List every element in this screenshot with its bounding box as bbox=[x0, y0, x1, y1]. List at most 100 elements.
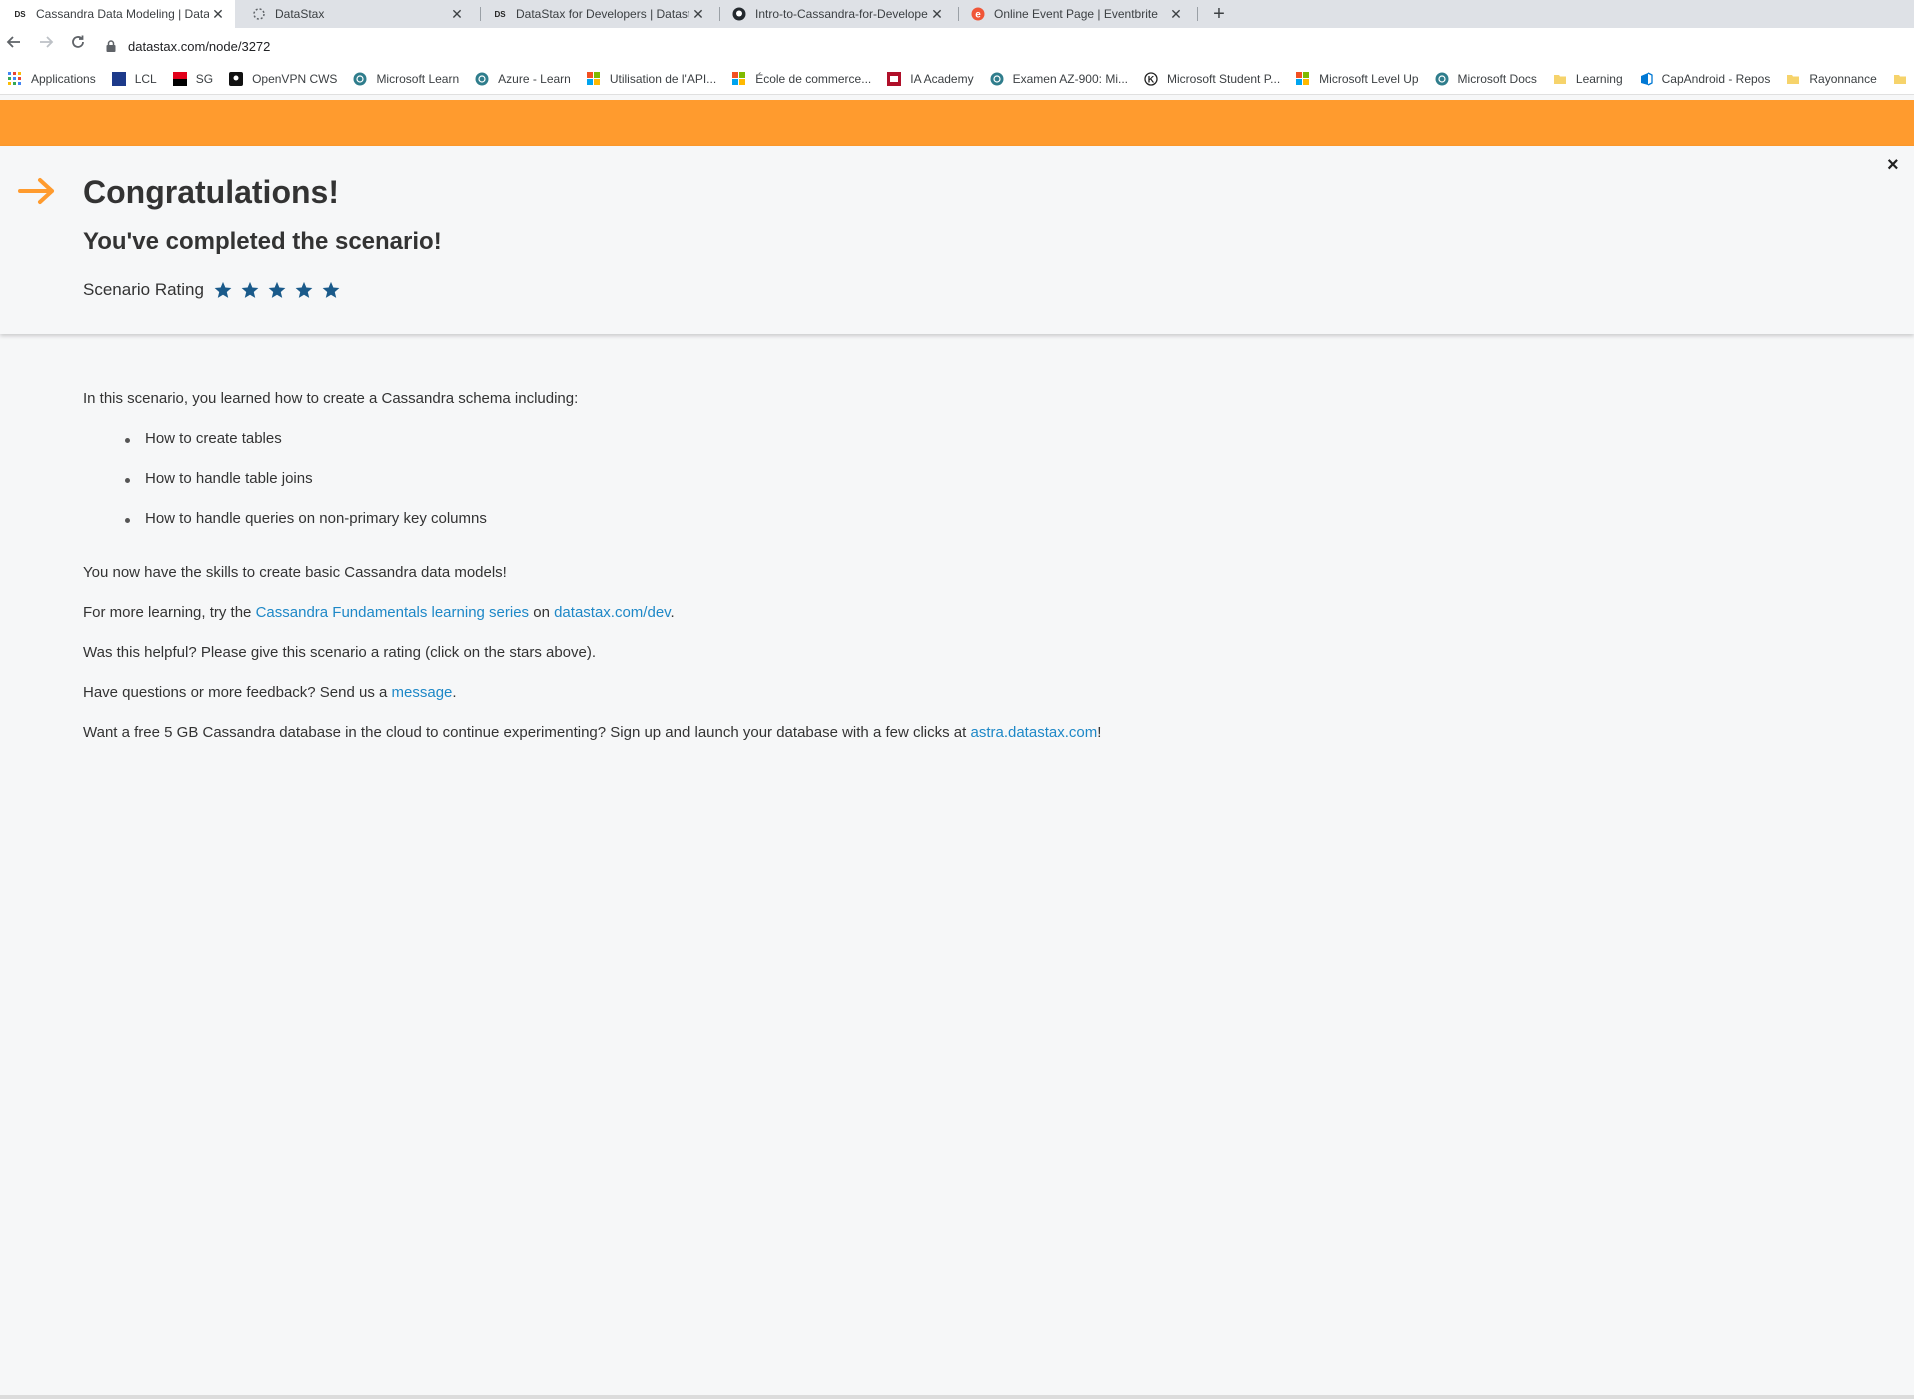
close-tab-icon[interactable]: ✕ bbox=[448, 6, 466, 23]
completion-banner: Congratulations! You've completed the sc… bbox=[0, 146, 1914, 334]
bookmark-openvpn[interactable]: OpenVPN CWS bbox=[229, 72, 337, 86]
star-icon[interactable] bbox=[268, 281, 286, 299]
close-icon[interactable]: × bbox=[1887, 154, 1899, 177]
svg-text:e: e bbox=[975, 10, 981, 21]
bookmark-label: Examen AZ-900: Mi... bbox=[1012, 72, 1128, 86]
message-link[interactable]: message bbox=[392, 684, 453, 701]
questions-text: Have questions or more feedback? Send us… bbox=[83, 684, 457, 701]
intro-text: In this scenario, you learned how to cre… bbox=[83, 390, 579, 407]
tab-eventbrite[interactable]: e Online Event Page | Eventbrite ✕ bbox=[958, 0, 1193, 28]
tab-separator bbox=[1197, 7, 1198, 21]
tab-strip: DS Cassandra Data Modeling | Datas ✕ Dat… bbox=[0, 0, 1914, 28]
datastax-ds-icon: DS bbox=[494, 9, 506, 19]
new-tab-button[interactable]: + bbox=[1207, 2, 1231, 26]
bookmark-label: OpenVPN CWS bbox=[252, 72, 338, 86]
bookmark-microsoft-learn[interactable]: Microsoft Learn bbox=[353, 72, 459, 86]
close-tab-icon[interactable]: ✕ bbox=[209, 6, 227, 23]
bookmark-folder-rayonnance[interactable]: Rayonnance bbox=[1786, 72, 1877, 86]
ms-learn-icon bbox=[475, 72, 489, 86]
eventbrite-icon: e bbox=[970, 6, 986, 22]
lcl-icon bbox=[111, 72, 126, 86]
page-subtitle: You've completed the scenario! bbox=[83, 228, 442, 255]
azure-devops-icon bbox=[1640, 72, 1653, 86]
address-bar[interactable]: datastax.com/node/3272 bbox=[104, 33, 1904, 59]
bookmark-label: Azure - Learn bbox=[498, 72, 571, 86]
tab-title: Intro-to-Cassandra-for-Develope bbox=[755, 7, 928, 21]
star-icon[interactable] bbox=[241, 281, 259, 299]
tab-datastax-developers[interactable]: DS DataStax for Developers | Datast ✕ bbox=[480, 0, 715, 28]
datastax-logo-icon bbox=[251, 6, 267, 22]
bookmark-microsoft-student[interactable]: K Microsoft Student P... bbox=[1144, 72, 1280, 86]
bookmark-sg[interactable]: SG bbox=[172, 72, 214, 86]
forward-arrow-icon[interactable] bbox=[34, 34, 58, 58]
star-icon[interactable] bbox=[295, 281, 313, 299]
bookmark-applications[interactable]: Applications bbox=[8, 72, 96, 86]
bookmark-label: Microsoft Learn bbox=[376, 72, 460, 86]
tab-intro-to-cassandra[interactable]: Intro-to-Cassandra-for-Develope ✕ bbox=[719, 0, 954, 28]
bookmark-utilisation-api[interactable]: Utilisation de l'API... bbox=[586, 72, 717, 86]
bookmark-microsoft-level-up[interactable]: Microsoft Level Up bbox=[1296, 72, 1419, 86]
back-arrow-icon[interactable] bbox=[2, 34, 26, 58]
bookmark-folder-learning[interactable]: Learning bbox=[1553, 72, 1623, 86]
rating-stars bbox=[214, 281, 349, 299]
bookmark-label: Microsoft Student P... bbox=[1167, 72, 1281, 86]
lock-icon[interactable] bbox=[104, 39, 118, 53]
bookmark-label: Applications bbox=[31, 72, 96, 86]
tab-title: Cassandra Data Modeling | Datas bbox=[36, 7, 209, 21]
apps-grid-icon bbox=[8, 72, 21, 85]
close-tab-icon[interactable]: ✕ bbox=[1167, 6, 1185, 23]
datastax-dev-link[interactable]: datastax.com/dev bbox=[554, 604, 670, 621]
bookmark-examen-az900[interactable]: Examen AZ-900: Mi... bbox=[990, 72, 1128, 86]
close-tab-icon[interactable]: ✕ bbox=[689, 6, 707, 23]
tab-title: DataStax for Developers | Datast bbox=[516, 7, 689, 21]
bookmark-ecole-commerce[interactable]: École de commerce... bbox=[732, 72, 871, 86]
bookmark-capandroid[interactable]: CapAndroid - Repos bbox=[1639, 72, 1771, 86]
bookmarks-bar: Applications LCL SG OpenVPN CWS Microsof… bbox=[0, 64, 1914, 95]
microsoft-icon bbox=[586, 72, 600, 85]
bookmark-overflow-folder[interactable] bbox=[1893, 72, 1914, 86]
helpful-text: Was this helpful? Please give this scena… bbox=[83, 644, 597, 661]
browser-toolbar: datastax.com/node/3272 bbox=[0, 28, 1914, 64]
close-tab-icon[interactable]: ✕ bbox=[928, 6, 946, 23]
scenario-rating: Scenario Rating bbox=[83, 280, 349, 300]
questions-prefix: Have questions or more feedback? Send us… bbox=[83, 684, 392, 701]
ms-learn-icon bbox=[1435, 72, 1449, 86]
cassandra-fundamentals-link[interactable]: Cassandra Fundamentals learning series bbox=[256, 604, 529, 621]
bookmark-label: Microsoft Level Up bbox=[1319, 72, 1419, 86]
skills-text: You now have the skills to create basic … bbox=[83, 564, 507, 581]
tab-cassandra-data-modeling[interactable]: DS Cassandra Data Modeling | Datas ✕ bbox=[0, 0, 235, 28]
astra-text: Want a free 5 GB Cassandra database in t… bbox=[83, 724, 1101, 741]
astra-prefix: Want a free 5 GB Cassandra database in t… bbox=[83, 724, 971, 741]
tab-title: DataStax bbox=[275, 7, 325, 21]
list-item: How to handle queries on non-primary key… bbox=[125, 510, 487, 527]
folder-icon bbox=[1787, 75, 1800, 84]
openvpn-icon bbox=[229, 72, 244, 86]
list-item: How to handle table joins bbox=[125, 470, 313, 487]
folder-icon bbox=[1893, 75, 1906, 84]
star-icon[interactable] bbox=[214, 281, 232, 299]
reload-icon[interactable] bbox=[66, 34, 90, 58]
learning-text: For more learning, try the Cassandra Fun… bbox=[83, 604, 675, 621]
star-icon[interactable] bbox=[322, 281, 340, 299]
list-item: How to create tables bbox=[125, 430, 282, 447]
github-icon bbox=[731, 6, 747, 22]
bookmark-label: Rayonnance bbox=[1809, 72, 1877, 86]
ms-learn-icon bbox=[990, 72, 1004, 86]
astra-link[interactable]: astra.datastax.com bbox=[970, 724, 1097, 741]
bookmark-azure-learn[interactable]: Azure - Learn bbox=[475, 72, 571, 86]
bookmark-label: CapAndroid - Repos bbox=[1661, 72, 1771, 86]
bookmark-label: Utilisation de l'API... bbox=[609, 72, 717, 86]
bookmark-microsoft-docs[interactable]: Microsoft Docs bbox=[1435, 72, 1537, 86]
microsoft-icon bbox=[1296, 72, 1310, 85]
ms-learn-icon bbox=[353, 72, 367, 86]
top-accent-bar bbox=[0, 100, 1914, 146]
tab-datastax[interactable]: DataStax ✕ bbox=[239, 0, 474, 28]
bookmark-lcl[interactable]: LCL bbox=[111, 72, 157, 86]
questions-suffix: . bbox=[452, 684, 457, 701]
learning-prefix: For more learning, try the bbox=[83, 604, 256, 621]
bookmark-label: SG bbox=[195, 72, 214, 86]
datastax-ds-icon: DS bbox=[14, 9, 26, 19]
url-text: datastax.com/node/3272 bbox=[128, 38, 271, 54]
bookmark-ia-academy[interactable]: IA Academy bbox=[887, 72, 974, 86]
bottom-border bbox=[0, 1395, 1914, 1399]
